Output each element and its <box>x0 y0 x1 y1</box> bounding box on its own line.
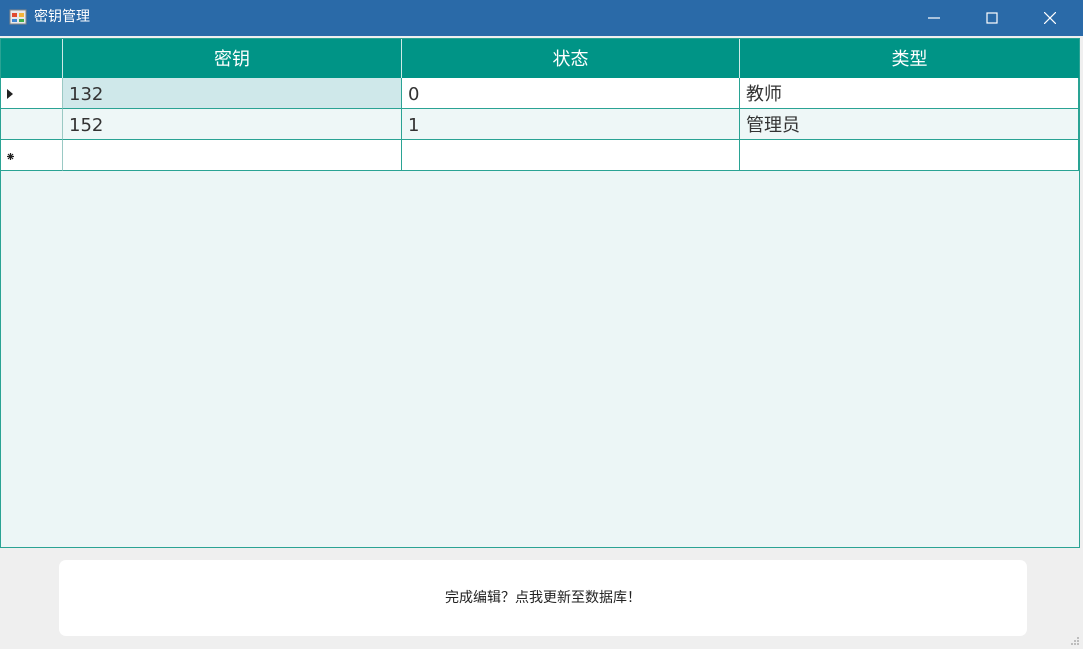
minimize-button[interactable] <box>905 0 963 36</box>
row-header[interactable] <box>1 109 63 140</box>
update-database-button[interactable]: 完成编辑？点我更新至数据库！ <box>59 560 1027 636</box>
cell-key[interactable]: 132 <box>63 78 402 109</box>
title-bar[interactable]: 密钥管理 <box>0 0 1083 36</box>
close-icon <box>1044 12 1056 24</box>
key-data-grid[interactable]: 密钥 状态 类型 132 0 教师 152 1 管理员 <box>0 38 1080 548</box>
maximize-button[interactable] <box>963 0 1021 36</box>
cell-status[interactable]: 1 <box>402 109 740 140</box>
table-row[interactable]: 132 0 教师 <box>1 78 1079 109</box>
cell-key[interactable]: 152 <box>63 109 402 140</box>
app-icon <box>9 8 27 26</box>
new-cell-key[interactable] <box>63 140 402 171</box>
cell-type[interactable]: 管理员 <box>740 109 1079 140</box>
close-button[interactable] <box>1021 0 1079 36</box>
column-header-key[interactable]: 密钥 <box>63 39 402 78</box>
new-row-asterisk-icon <box>7 153 14 160</box>
column-header-type[interactable]: 类型 <box>740 39 1079 78</box>
row-header[interactable] <box>1 140 63 171</box>
new-cell-status[interactable] <box>402 140 740 171</box>
column-header-status[interactable]: 状态 <box>402 39 740 78</box>
resize-grip-icon[interactable] <box>1070 636 1080 646</box>
current-row-arrow-icon <box>7 89 13 99</box>
cell-type[interactable]: 教师 <box>740 78 1079 109</box>
maximize-icon <box>986 12 998 24</box>
minimize-icon <box>928 17 940 19</box>
row-header[interactable] <box>1 78 63 109</box>
window-title: 密钥管理 <box>34 9 90 25</box>
new-row[interactable] <box>1 140 1079 171</box>
new-cell-type[interactable] <box>740 140 1079 171</box>
table-row[interactable]: 152 1 管理员 <box>1 109 1079 140</box>
grid-header-row: 密钥 状态 类型 <box>1 39 1079 78</box>
cell-status[interactable]: 0 <box>402 78 740 109</box>
row-header-corner[interactable] <box>1 39 63 78</box>
